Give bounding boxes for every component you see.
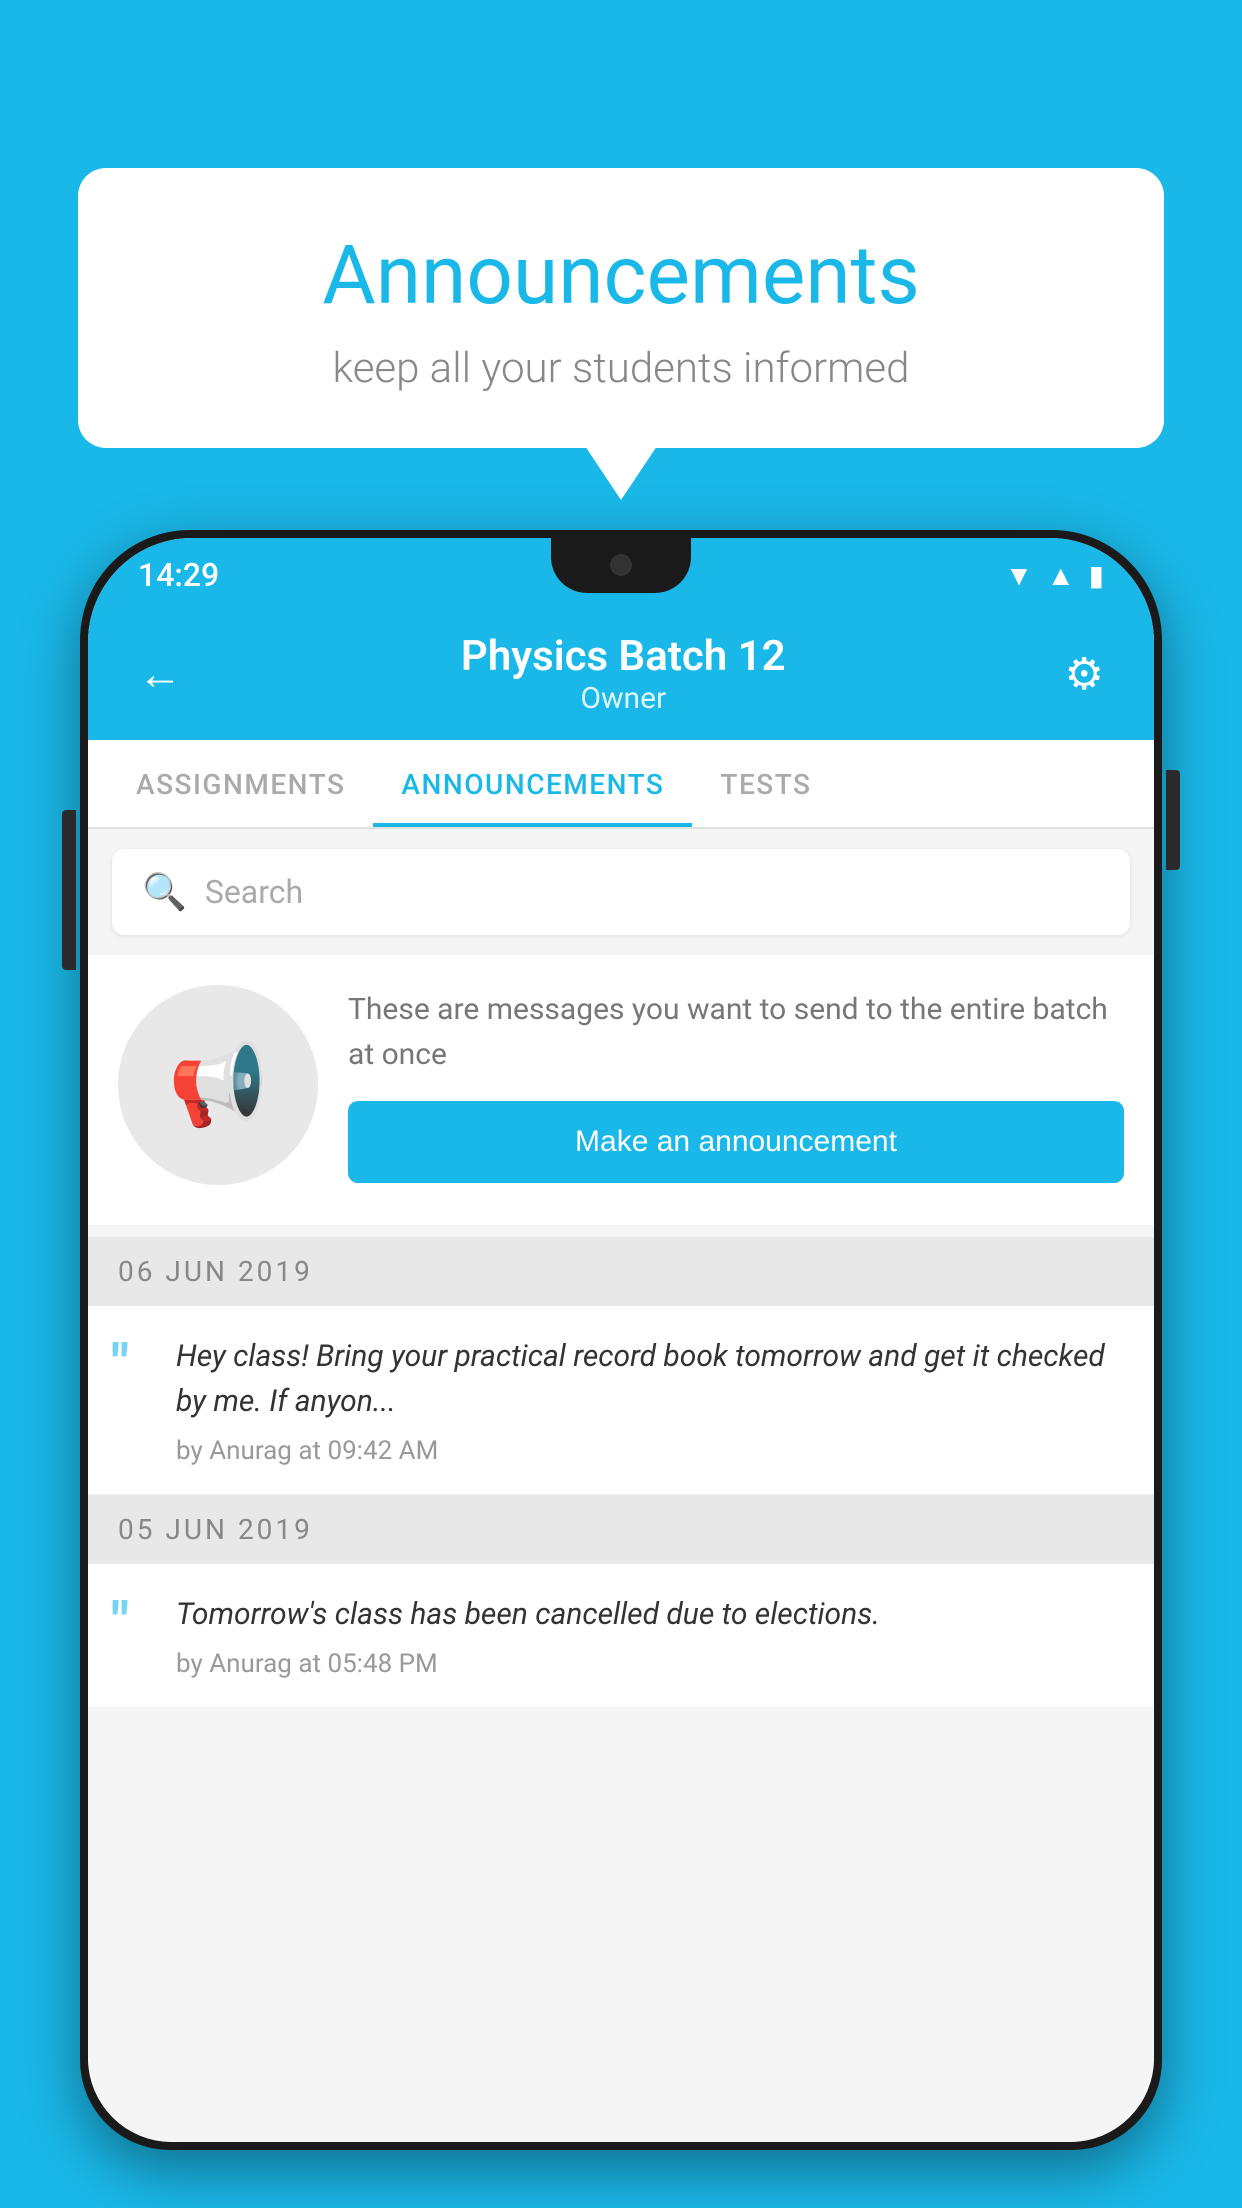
wifi-icon: ▼ [1005, 559, 1033, 592]
app-header: ← Physics Batch 12 Owner ⚙ [88, 612, 1154, 740]
announcement-text-2: Tomorrow's class has been cancelled due … [176, 1592, 1124, 1637]
quote-icon-1: " [112, 1338, 152, 1390]
speech-bubble: Announcements keep all your students inf… [78, 168, 1164, 448]
phone-outer: 14:29 ▼ ▲ ▮ ← Physics Batch 12 Owner ⚙ A… [80, 530, 1162, 2150]
date-separator-1: 06 JUN 2019 [88, 1237, 1154, 1306]
megaphone-icon: 📢 [168, 1038, 268, 1132]
announcement-content-1: Hey class! Bring your practical record b… [176, 1334, 1124, 1466]
quote-icon-2: " [112, 1596, 152, 1648]
promo-content: These are messages you want to send to t… [348, 987, 1124, 1183]
tab-assignments[interactable]: ASSIGNMENTS [108, 740, 373, 827]
promo-section: 📢 These are messages you want to send to… [88, 955, 1154, 1225]
promo-description: These are messages you want to send to t… [348, 987, 1124, 1077]
announcement-item-2[interactable]: " Tomorrow's class has been cancelled du… [88, 1564, 1154, 1708]
tab-tests[interactable]: TESTS [692, 740, 839, 827]
content-area: 🔍 Search 📢 These are messages you want t… [88, 829, 1154, 2142]
header-title: Physics Batch 12 [461, 632, 786, 681]
bubble-subtitle: keep all your students informed [158, 344, 1084, 393]
search-bar[interactable]: 🔍 Search [112, 849, 1130, 935]
announcement-item-1[interactable]: " Hey class! Bring your practical record… [88, 1306, 1154, 1495]
status-time: 14:29 [138, 556, 219, 594]
tabs-container: ASSIGNMENTS ANNOUNCEMENTS TESTS [88, 740, 1154, 829]
announcement-content-2: Tomorrow's class has been cancelled due … [176, 1592, 1124, 1679]
announcement-text-1: Hey class! Bring your practical record b… [176, 1334, 1124, 1424]
header-center: Physics Batch 12 Owner [461, 632, 786, 716]
status-icons: ▼ ▲ ▮ [1005, 559, 1104, 592]
make-announcement-button[interactable]: Make an announcement [348, 1101, 1124, 1183]
phone-inner: 14:29 ▼ ▲ ▮ ← Physics Batch 12 Owner ⚙ A… [88, 538, 1154, 2142]
back-button[interactable]: ← [138, 648, 182, 700]
speech-bubble-section: Announcements keep all your students inf… [78, 168, 1164, 448]
announcement-meta-2: by Anurag at 05:48 PM [176, 1649, 1124, 1679]
announcement-meta-1: by Anurag at 09:42 AM [176, 1436, 1124, 1466]
signal-icon: ▲ [1047, 559, 1075, 592]
bubble-title: Announcements [158, 228, 1084, 324]
date-separator-2: 05 JUN 2019 [88, 1495, 1154, 1564]
promo-icon-circle: 📢 [118, 985, 318, 1185]
phone-container: 14:29 ▼ ▲ ▮ ← Physics Batch 12 Owner ⚙ A… [80, 530, 1162, 2208]
tab-announcements[interactable]: ANNOUNCEMENTS [373, 740, 692, 827]
search-icon: 🔍 [142, 871, 187, 913]
battery-icon: ▮ [1089, 559, 1104, 592]
header-subtitle: Owner [461, 681, 786, 716]
gear-icon[interactable]: ⚙ [1065, 648, 1104, 700]
phone-notch [551, 538, 691, 593]
search-placeholder: Search [205, 873, 303, 911]
camera-dot [610, 554, 632, 576]
